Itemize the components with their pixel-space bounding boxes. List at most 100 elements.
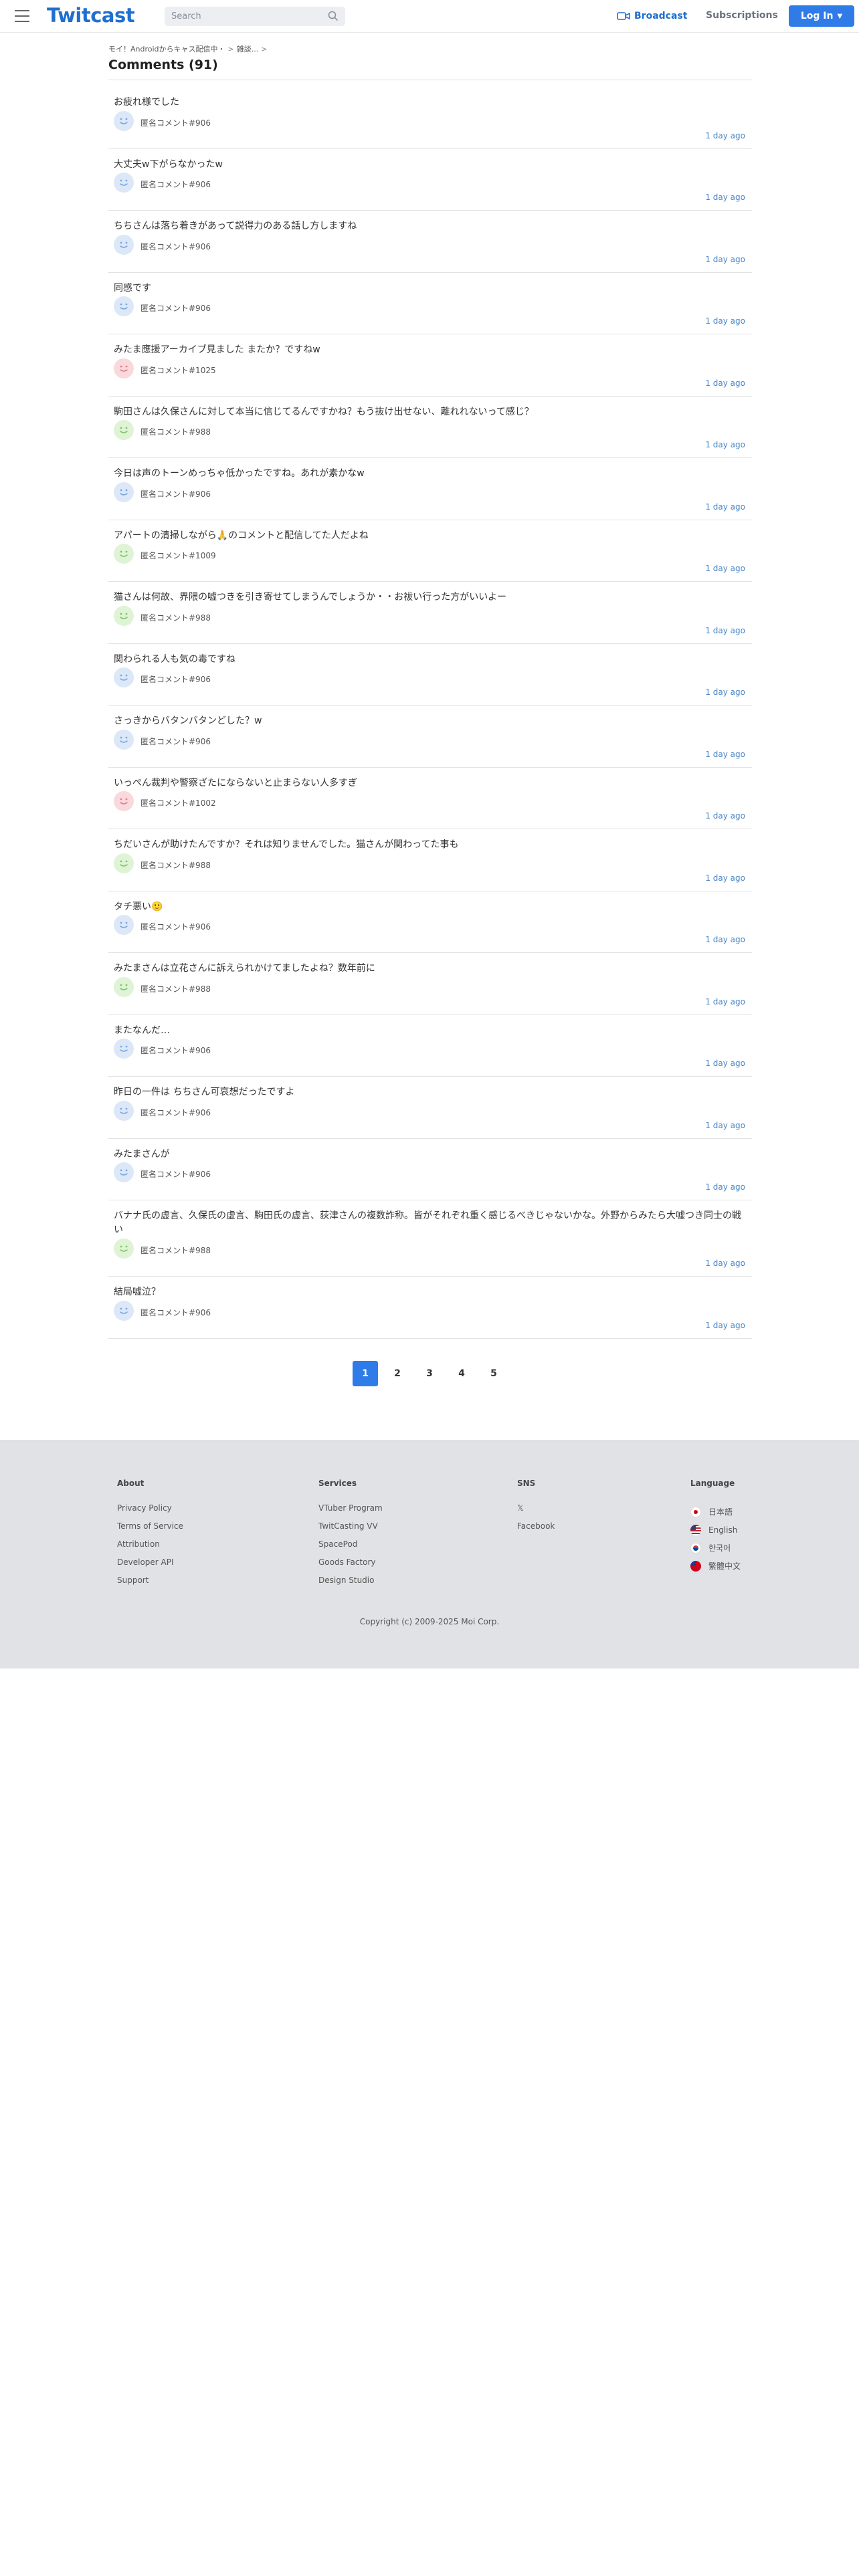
- avatar[interactable]: [114, 976, 134, 997]
- comment-timestamp[interactable]: 1 day ago: [705, 379, 745, 388]
- copyright: Copyright (c) 2009-2025 Moi Corp.: [359, 1617, 500, 1626]
- language-japanese[interactable]: 日本語: [690, 1503, 741, 1521]
- comment-timestamp[interactable]: 1 day ago: [705, 935, 745, 944]
- footer-link-goods-factory[interactable]: Goods Factory: [318, 1557, 383, 1575]
- comment-timestamp[interactable]: 1 day ago: [705, 1182, 745, 1192]
- avatar[interactable]: [114, 1162, 134, 1182]
- avatar[interactable]: [114, 1300, 134, 1321]
- footer-sns: SNS 𝕏 Facebook: [517, 1479, 555, 1539]
- comment-author[interactable]: 匿名コメント#906: [140, 1045, 211, 1056]
- footer-language: Language 日本語 English 한국어 繁體中文: [690, 1479, 741, 1575]
- avatar[interactable]: [114, 605, 134, 626]
- comment-author[interactable]: 匿名コメント#906: [140, 736, 211, 747]
- comment-author[interactable]: 匿名コメント#906: [140, 1168, 211, 1180]
- comment-author[interactable]: 匿名コメント#906: [140, 1307, 211, 1318]
- avatar[interactable]: [114, 729, 134, 750]
- search-placeholder: Search: [171, 11, 201, 21]
- avatar[interactable]: [114, 791, 134, 811]
- breadcrumb-item-movie[interactable]: 雑談...: [237, 45, 259, 53]
- comment-author[interactable]: 匿名コメント#906: [140, 241, 211, 252]
- logo[interactable]: Twitcast: [47, 4, 135, 27]
- page-button[interactable]: 5: [481, 1361, 506, 1386]
- comment-timestamp[interactable]: 1 day ago: [705, 750, 745, 759]
- page-button[interactable]: 2: [385, 1361, 410, 1386]
- avatar[interactable]: [114, 110, 134, 131]
- page-button[interactable]: 3: [417, 1361, 442, 1386]
- avatar[interactable]: [114, 481, 134, 502]
- comment-timestamp[interactable]: 1 day ago: [705, 316, 745, 326]
- avatar[interactable]: [114, 853, 134, 873]
- page-button[interactable]: 1: [353, 1361, 378, 1386]
- comment-timestamp[interactable]: 1 day ago: [705, 1259, 745, 1268]
- avatar[interactable]: [114, 1100, 134, 1121]
- footer-link-privacy[interactable]: Privacy Policy: [117, 1503, 183, 1521]
- footer-link-spacepod[interactable]: SpacePod: [318, 1539, 383, 1557]
- comment-author[interactable]: 匿名コメント#1002: [140, 797, 216, 809]
- comment-timestamp[interactable]: 1 day ago: [705, 440, 745, 449]
- comment-author[interactable]: 匿名コメント#988: [140, 612, 211, 623]
- broadcast-button[interactable]: Broadcast: [617, 8, 687, 24]
- avatar[interactable]: [114, 358, 134, 379]
- avatar[interactable]: [114, 173, 134, 193]
- x-icon[interactable]: 𝕏: [517, 1503, 555, 1521]
- footer-link-developer-api[interactable]: Developer API: [117, 1557, 183, 1575]
- avatar[interactable]: [114, 1239, 134, 1259]
- language-english[interactable]: English: [690, 1521, 741, 1539]
- comment-author[interactable]: 匿名コメント#1025: [140, 364, 216, 376]
- broadcast-label: Broadcast: [634, 11, 688, 21]
- comment-author[interactable]: 匿名コメント#1009: [140, 550, 216, 561]
- comment-text: 関わられる人も気の毒ですね: [114, 653, 235, 665]
- comment-timestamp[interactable]: 1 day ago: [705, 502, 745, 512]
- comment-author[interactable]: 匿名コメント#906: [140, 1107, 211, 1118]
- comment-timestamp[interactable]: 1 day ago: [705, 626, 745, 635]
- comment-author[interactable]: 匿名コメント#906: [140, 302, 211, 314]
- comment-timestamp[interactable]: 1 day ago: [705, 997, 745, 1006]
- comment-timestamp[interactable]: 1 day ago: [705, 193, 745, 202]
- comment-timestamp[interactable]: 1 day ago: [705, 255, 745, 264]
- avatar[interactable]: [114, 420, 134, 440]
- comment-author[interactable]: 匿名コメント#906: [140, 117, 211, 128]
- comment-timestamp[interactable]: 1 day ago: [705, 1121, 745, 1130]
- language-korean[interactable]: 한국어: [690, 1539, 741, 1557]
- comment-timestamp[interactable]: 1 day ago: [705, 687, 745, 697]
- footer-link-terms[interactable]: Terms of Service: [117, 1521, 183, 1539]
- login-button[interactable]: Log In ▼: [789, 5, 854, 27]
- avatar[interactable]: [114, 296, 134, 316]
- comment-text: タチ悪い🙂: [114, 901, 163, 912]
- search-input[interactable]: Search: [165, 7, 345, 26]
- breadcrumb-item-channel[interactable]: モイ！Androidからキャス配信中・: [108, 45, 225, 53]
- avatar[interactable]: [114, 234, 134, 255]
- comment-timestamp[interactable]: 1 day ago: [705, 1321, 745, 1330]
- avatar[interactable]: [114, 667, 134, 687]
- comment-timestamp[interactable]: 1 day ago: [705, 131, 745, 140]
- comment-author[interactable]: 匿名コメント#988: [140, 426, 211, 437]
- comment-author[interactable]: 匿名コメント#906: [140, 921, 211, 932]
- footer-link-support[interactable]: Support: [117, 1575, 183, 1593]
- comment-text: みたま應援アーカイブ見ました またか？ですねw: [114, 344, 320, 355]
- comment-item: 結局嘘泣？ 匿名コメント#906 1 day ago: [108, 1277, 752, 1339]
- subscriptions-link[interactable]: Subscriptions: [706, 10, 778, 21]
- avatar[interactable]: [114, 915, 134, 935]
- footer-link-twitcasting-vv[interactable]: TwitCasting VV: [318, 1521, 383, 1539]
- footer-link-vtuber[interactable]: VTuber Program: [318, 1503, 383, 1521]
- footer-link-design-studio[interactable]: Design Studio: [318, 1575, 383, 1593]
- comment-author[interactable]: 匿名コメント#988: [140, 1245, 211, 1256]
- comment-author[interactable]: 匿名コメント#906: [140, 673, 211, 685]
- search-icon[interactable]: [328, 11, 339, 21]
- comment-text: 昨日の一件は ちちさん可哀想だったですよ: [114, 1087, 295, 1097]
- page-button[interactable]: 4: [449, 1361, 474, 1386]
- footer-link-attribution[interactable]: Attribution: [117, 1539, 183, 1557]
- comment-timestamp[interactable]: 1 day ago: [705, 564, 745, 573]
- comment-author[interactable]: 匿名コメント#906: [140, 179, 211, 190]
- avatar[interactable]: [114, 1039, 134, 1059]
- comment-timestamp[interactable]: 1 day ago: [705, 811, 745, 821]
- comment-timestamp[interactable]: 1 day ago: [705, 1059, 745, 1068]
- comment-author[interactable]: 匿名コメント#988: [140, 859, 211, 871]
- avatar[interactable]: [114, 544, 134, 564]
- menu-icon[interactable]: [15, 10, 29, 22]
- comment-author[interactable]: 匿名コメント#906: [140, 488, 211, 500]
- footer-link-facebook[interactable]: Facebook: [517, 1521, 555, 1539]
- comment-author[interactable]: 匿名コメント#988: [140, 983, 211, 994]
- language-traditional-chinese[interactable]: 繁體中文: [690, 1557, 741, 1575]
- comment-timestamp[interactable]: 1 day ago: [705, 873, 745, 883]
